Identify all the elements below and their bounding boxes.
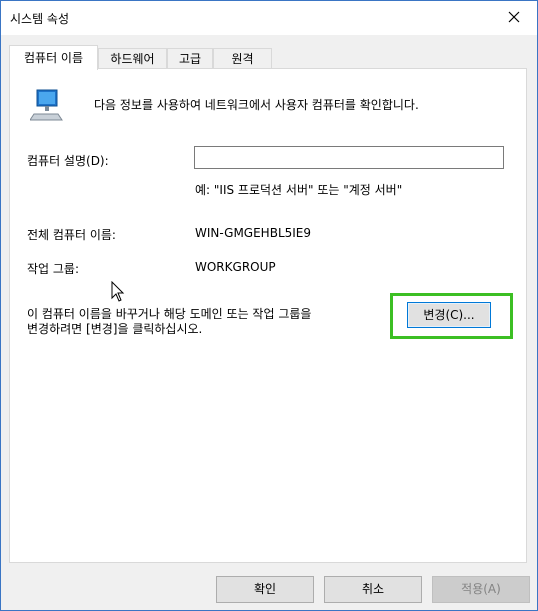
close-icon xyxy=(508,11,520,23)
full-name-label: 전체 컴퓨터 이름: xyxy=(27,228,116,242)
cancel-button[interactable]: 취소 xyxy=(324,576,422,603)
description-label: 컴퓨터 설명(D): xyxy=(27,154,109,168)
tab-panel-computer-name: 다음 정보를 사용하여 네트워크에서 사용자 컴퓨터를 확인합니다. 컴퓨터 설… xyxy=(9,68,527,563)
ok-button[interactable]: 확인 xyxy=(216,576,314,603)
tab-computer-name[interactable]: 컴퓨터 이름 xyxy=(9,45,98,70)
mouse-pointer-icon xyxy=(111,281,125,302)
info-text: 다음 정보를 사용하여 네트워크에서 사용자 컴퓨터를 확인합니다. xyxy=(94,98,419,112)
description-example: 예: "IIS 프로덕션 서버" 또는 "계정 서버" xyxy=(195,183,403,197)
change-button[interactable]: 변경(C)... xyxy=(407,302,491,328)
workgroup-label: 작업 그룹: xyxy=(27,262,80,276)
title-bar: 시스템 속성 xyxy=(1,1,537,35)
close-button[interactable] xyxy=(491,1,537,33)
computer-icon xyxy=(30,89,63,121)
tab-hardware[interactable]: 하드웨어 xyxy=(98,48,167,69)
rename-text-line2: 변경하려면 [변경]을 클릭하십시오. xyxy=(27,322,203,336)
window-title: 시스템 속성 xyxy=(10,12,70,26)
description-input[interactable] xyxy=(194,146,504,169)
full-name-value: WIN-GMGEHBL5IE9 xyxy=(195,226,312,240)
workgroup-value: WORKGROUP xyxy=(195,260,276,274)
tab-advanced[interactable]: 고급 xyxy=(167,48,213,69)
system-properties-window: 시스템 속성 컴퓨터 이름 하드웨어 고급 원격 다음 정보를 사용하여 네트워… xyxy=(0,0,538,611)
apply-button[interactable]: 적용(A) xyxy=(432,576,530,603)
tab-remote[interactable]: 원격 xyxy=(213,48,272,69)
